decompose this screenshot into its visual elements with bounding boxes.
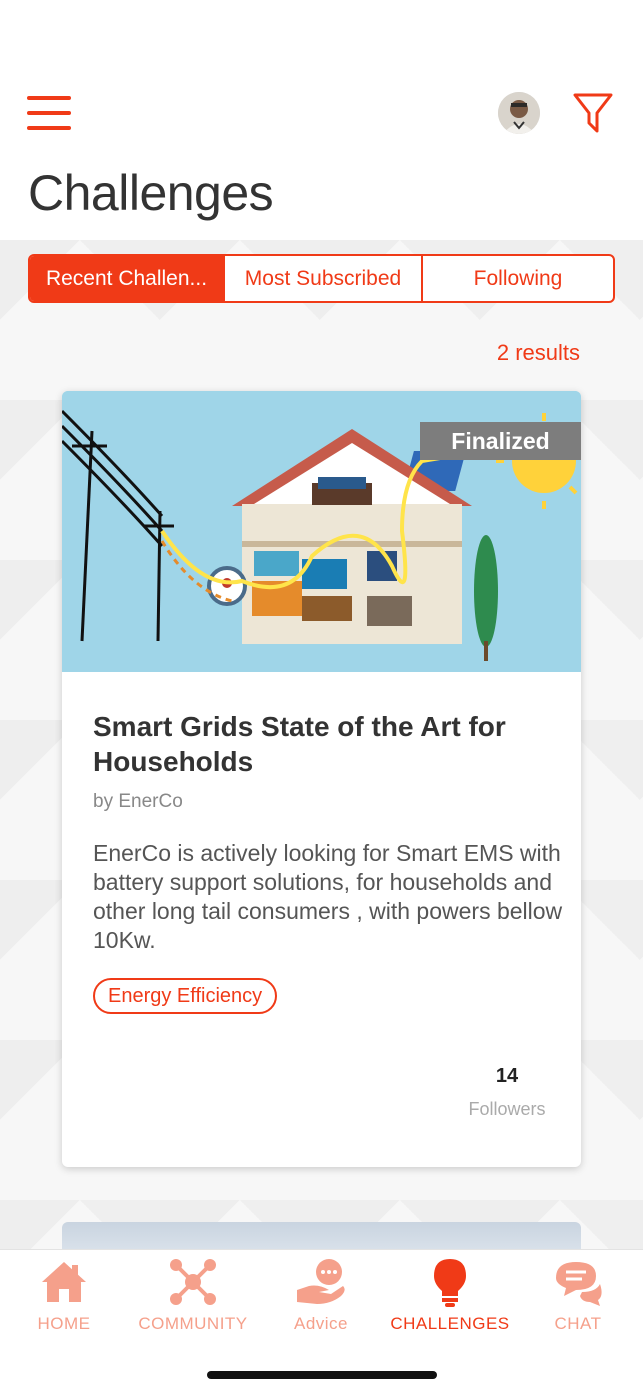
tab-most-subscribed[interactable]: Most Subscribed: [223, 256, 421, 301]
nav-advice[interactable]: Advice: [257, 1256, 385, 1334]
lightbulb-icon: [434, 1259, 466, 1307]
home-indicator[interactable]: [207, 1371, 437, 1379]
chat-bubbles-icon: [556, 1262, 602, 1306]
nav-challenges[interactable]: CHALLENGES: [386, 1256, 514, 1334]
category-tag[interactable]: Energy Efficiency: [93, 978, 278, 1014]
followers-label: Followers: [468, 1099, 546, 1119]
hamburger-menu-icon[interactable]: [27, 96, 71, 130]
avatar[interactable]: [498, 92, 540, 134]
nav-chat-label: CHAT: [554, 1314, 602, 1333]
nav-community[interactable]: COMMUNITY: [129, 1256, 257, 1334]
nav-chat[interactable]: CHAT: [514, 1256, 642, 1334]
advice-hand-chat-icon: [297, 1259, 345, 1304]
tab-bar: Recent Challen... Most Subscribed Follow…: [28, 254, 615, 303]
challenge-card[interactable]: Finalized Smart Grids State of the Art f…: [62, 391, 581, 1167]
nav-challenges-label: CHALLENGES: [390, 1314, 510, 1333]
challenge-title[interactable]: Smart Grids State of the Art for Househo…: [93, 709, 543, 779]
filter-funnel-icon[interactable]: [572, 91, 614, 135]
home-icon: [42, 1262, 86, 1302]
nav-community-label: COMMUNITY: [138, 1314, 248, 1333]
challenge-author: by EnerCo: [93, 791, 183, 812]
results-count: 2 results: [496, 340, 580, 365]
nav-advice-label: Advice: [293, 1314, 349, 1333]
nav-home[interactable]: HOME: [0, 1256, 128, 1334]
page-title: Challenges: [28, 165, 274, 221]
tab-recent-challenges[interactable]: Recent Challen...: [30, 256, 223, 301]
status-badge: Finalized: [420, 422, 581, 460]
community-network-icon: [170, 1259, 216, 1305]
followers-count: 14: [495, 1065, 519, 1087]
challenge-description: EnerCo is actively looking for Smart EMS…: [93, 840, 563, 953]
tab-following[interactable]: Following: [421, 256, 613, 301]
nav-home-label: HOME: [37, 1314, 91, 1333]
top-bar: Challenges: [0, 0, 643, 240]
